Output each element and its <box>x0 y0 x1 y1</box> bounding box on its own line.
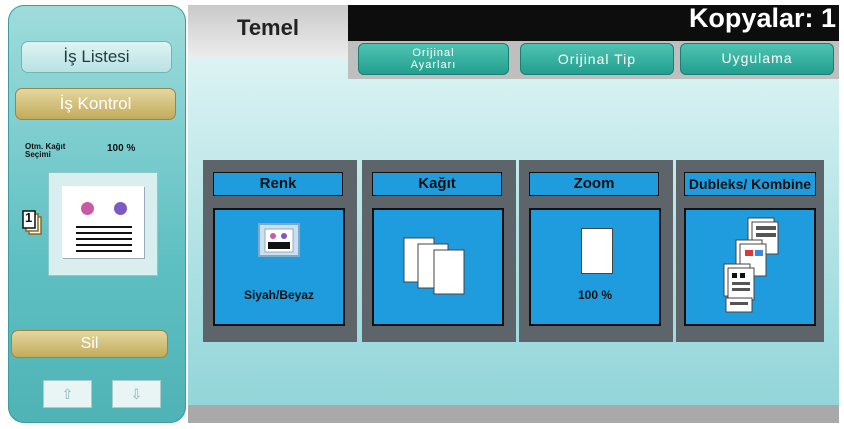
bottom-status-bar <box>188 405 839 423</box>
zoom-page-icon <box>581 228 613 274</box>
preview-line <box>76 226 132 228</box>
zoom-function[interactable]: Zoom 100 % <box>519 160 673 342</box>
preview-dot-pink <box>81 202 94 215</box>
duplex-button[interactable] <box>684 208 816 326</box>
zoom-title: Zoom <box>529 172 659 196</box>
paper-button[interactable] <box>372 208 504 326</box>
duplex-title: Dubleks/ Kombine <box>684 172 816 196</box>
paper-selection-line2: Seçimi <box>25 150 51 159</box>
job-list-button[interactable]: İş Listesi <box>21 41 172 73</box>
preview-line <box>76 238 132 240</box>
tab-original-settings[interactable]: Orijinal Ayarları <box>358 43 509 75</box>
paper-stack-icon <box>402 236 472 301</box>
duplex-function[interactable]: Dubleks/ Kombine <box>676 160 824 342</box>
delete-button[interactable]: Sil <box>11 330 168 358</box>
color-title: Renk <box>213 172 343 196</box>
tab-application[interactable]: Uygulama <box>680 43 834 75</box>
paper-zoom-value: 100 % <box>107 143 136 154</box>
copy-stack-icon: 1 <box>21 208 43 236</box>
preview-dot-purple <box>114 202 127 215</box>
tab-original-type[interactable]: Orijinal Tip <box>520 43 674 75</box>
duplex-combine-icon <box>718 216 784 321</box>
color-button[interactable]: Siyah/Beyaz <box>213 208 345 326</box>
preview-line <box>76 250 132 252</box>
paper-function[interactable]: Kağıt <box>362 160 516 342</box>
copy-stack-count: 1 <box>25 210 33 225</box>
arrow-up-icon: ⇧ <box>61 386 74 402</box>
tab-original-settings-line1: Orijinal <box>412 47 455 59</box>
zoom-value: 100 % <box>577 288 613 302</box>
tab-temel-label: Temel <box>237 15 299 40</box>
arrow-down-icon: ⇩ <box>130 386 143 402</box>
zoom-button[interactable]: 100 % <box>529 208 661 326</box>
color-mode-icon <box>257 222 301 263</box>
preview-line <box>76 232 132 234</box>
job-control-button[interactable]: İş Kontrol <box>15 88 176 120</box>
color-value: Siyah/Beyaz <box>243 288 315 302</box>
color-function[interactable]: Renk Siyah/Beyaz <box>203 160 357 342</box>
paper-selection-label: Otm. Kağıt Seçimi <box>25 143 65 159</box>
preview-sheet <box>62 186 144 258</box>
copies-count: Kopyalar: 1 <box>688 3 836 33</box>
scroll-up-button[interactable]: ⇧ <box>43 380 92 408</box>
paper-title: Kağıt <box>372 172 502 196</box>
scroll-down-button[interactable]: ⇩ <box>112 380 161 408</box>
preview-line <box>76 244 132 246</box>
tab-original-settings-line2: Ayarları <box>410 59 457 71</box>
